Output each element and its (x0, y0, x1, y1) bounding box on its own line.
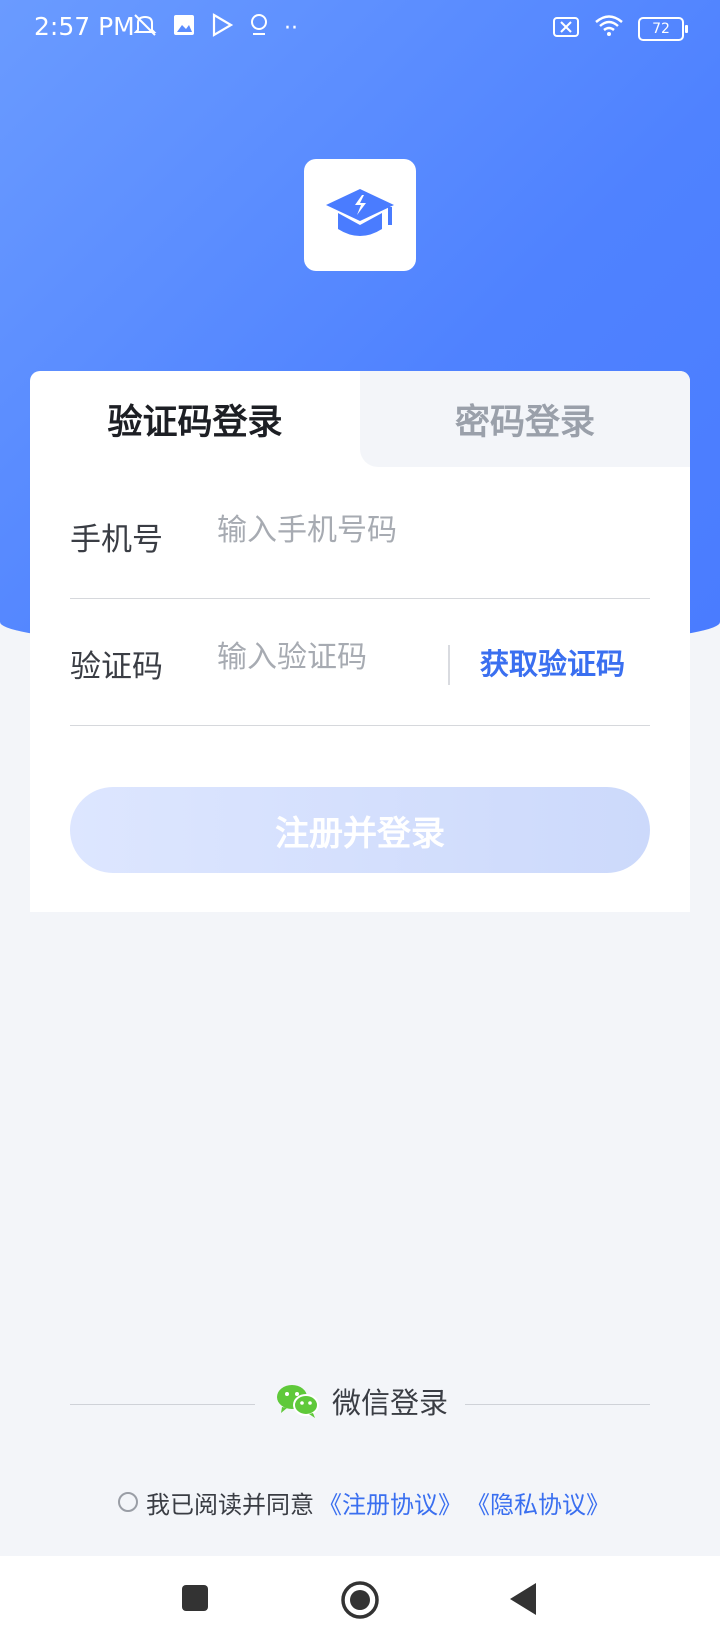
wifi-icon (594, 14, 624, 44)
app-logo (304, 159, 416, 271)
more-dots-icon: ·· (284, 15, 298, 41)
agreement-text: 我已阅读并同意 (146, 1490, 314, 1519)
login-card: 验证码登录 密码登录 手机号 验证码 获取验证码 注册并登录 (30, 371, 690, 912)
wechat-icon (277, 1385, 319, 1418)
graduation-cap-icon (326, 189, 394, 236)
code-label: 验证码 (70, 649, 163, 685)
status-time: 2:57 PM (34, 12, 135, 41)
get-code-button[interactable]: 获取验证码 (480, 641, 625, 683)
back-triangle-icon[interactable] (508, 1581, 538, 1617)
recents-square-icon[interactable] (180, 1583, 210, 1613)
gallery-icon (172, 13, 196, 43)
divider-line-left (70, 1404, 255, 1405)
divider-line-right (465, 1404, 650, 1405)
code-input[interactable] (215, 639, 459, 676)
wechat-login-label: 微信登录 (332, 1386, 449, 1420)
wechat-login-row: 微信登录 (70, 1380, 650, 1430)
register-agreement-link[interactable]: 《注册协议》 (318, 1485, 462, 1520)
sim-off-icon (552, 15, 580, 44)
register-login-button[interactable]: 注册并登录 (70, 787, 650, 873)
privacy-agreement-link[interactable]: 《隐私协议》 (466, 1485, 610, 1520)
location-icon (248, 13, 270, 43)
phone-field-row: 手机号 (70, 478, 650, 599)
navigation-bar (0, 1556, 720, 1650)
code-field-row: 验证码 获取验证码 (70, 605, 650, 726)
home-circle-icon[interactable] (340, 1580, 380, 1620)
mute-icon (132, 12, 158, 44)
status-icons-right: 72 (552, 14, 688, 44)
phone-label: 手机号 (70, 522, 163, 558)
status-bar: 2:57 PM ·· 72 (0, 0, 720, 56)
agreement-radio[interactable] (118, 1492, 138, 1512)
code-divider (448, 645, 450, 685)
play-store-icon (210, 13, 234, 43)
tab-password-login[interactable]: 密码登录 (360, 371, 690, 467)
battery-icon: 72 (638, 17, 688, 41)
tab-sms-login[interactable]: 验证码登录 (30, 371, 360, 467)
wechat-login-button[interactable]: 微信登录 (276, 1380, 448, 1422)
status-icons-left: ·· (132, 12, 298, 44)
agreement-row: 我已阅读并同意 《注册协议》 《隐私协议》 (118, 1484, 610, 1520)
phone-input[interactable] (215, 512, 639, 549)
